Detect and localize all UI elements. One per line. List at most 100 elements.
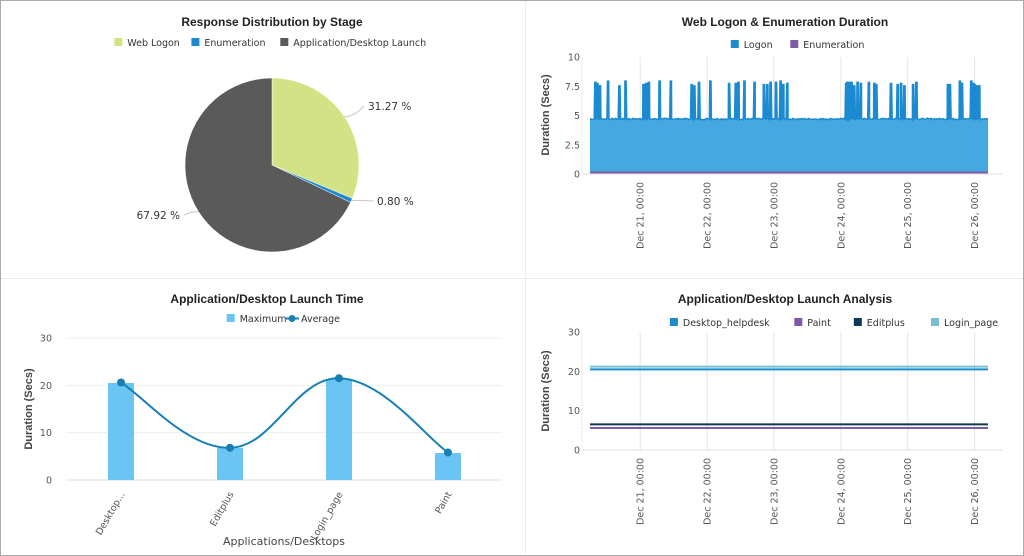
analysis-x-tick-label: Dec 24, 00:00: [836, 458, 847, 525]
legend-label: Desktop_helpdesk: [683, 318, 770, 329]
logon-y-tick-label: 10: [568, 53, 580, 64]
legend-label: Web Logon: [127, 38, 180, 49]
pie-label-connector: [351, 199, 374, 202]
legend-swatch: [794, 318, 803, 326]
logon-y-tick-label: 7.5: [565, 82, 580, 93]
launch-bar-login-page[interactable]: [326, 379, 352, 480]
logon-y-tick-label: 2.5: [565, 140, 580, 151]
launch-y-tick-label: 20: [40, 381, 52, 392]
launch-axes: 0102030Desktop... Editplus Login_page Paint: [40, 334, 455, 543]
legend-dot-marker: [288, 315, 296, 322]
launch-legend-item-maximum[interactable]: Maximum: [226, 314, 287, 325]
analysis-x-tick-label: Dec 26, 00:00: [970, 458, 981, 525]
pie-legend[interactable]: Web Logon Enumeration Application/Desktop …: [114, 38, 426, 49]
launch-legend-item-average[interactable]: Average: [285, 314, 340, 325]
logon-chart-panel: Web Logon & Enumeration Duration Logon En…: [540, 15, 1002, 249]
analysis-y-axis-label: Duration (Secs): [540, 350, 552, 432]
analysis-legend-item-login-page[interactable]: Login_page: [931, 318, 998, 329]
analysis-series: [590, 365, 988, 429]
logon-y-tick-label: 5: [574, 111, 580, 122]
analysis-grid: [639, 332, 976, 450]
pie-chart-title: Response Distribution by Stage: [181, 15, 363, 29]
logon-x-tick-label: Dec 26, 00:00: [970, 182, 981, 249]
logon-legend-item-logon[interactable]: Logon: [730, 40, 773, 51]
pie-slices: [184, 77, 360, 253]
average-point-paint[interactable]: [444, 448, 452, 457]
launch-x-tick-label: Editplus: [208, 490, 237, 528]
analysis-legend-item-desktop-helpdesk[interactable]: Desktop_helpdesk: [669, 318, 770, 329]
analysis-legend-item-paint[interactable]: Paint: [794, 318, 831, 329]
analysis-chart-panel: Application/Desktop Launch Analysis Desk…: [540, 292, 1002, 525]
launch-chart-title: Application/Desktop Launch Time: [170, 292, 363, 306]
legend-swatch: [280, 38, 289, 46]
logon-line: [589, 80, 989, 123]
pie-label-enumeration: 0.80 %: [377, 196, 414, 208]
analysis-y-tick-label: 30: [568, 328, 580, 339]
pie-label-connector: [183, 210, 199, 216]
pie-label-connector: [344, 105, 365, 118]
average-point-desktop-[interactable]: [117, 378, 125, 387]
launch-average-line: [117, 374, 452, 457]
pie-legend-item-application-desktop-launch[interactable]: Application/Desktop Launch: [280, 38, 426, 49]
analysis-legend[interactable]: Desktop_helpdesk Paint Editplus Login_page: [669, 318, 998, 329]
legend-label: Enumeration: [204, 38, 265, 49]
legend-swatch: [191, 38, 200, 46]
pie-chart-panel: Response Distribution by Stage Web Logon…: [114, 15, 426, 253]
launch-bar-editplus[interactable]: [217, 447, 243, 480]
dashboard-charts: Response Distribution by Stage Web Logon…: [23, 15, 1002, 548]
logon-x-tick-label: Dec 22, 00:00: [703, 182, 714, 249]
legend-swatch: [114, 38, 123, 46]
pie-legend-item-enumeration[interactable]: Enumeration: [191, 38, 265, 49]
launch-bars: [108, 379, 461, 480]
legend-swatch: [669, 318, 678, 326]
legend-swatch: [790, 40, 799, 48]
logon-legend[interactable]: Logon Enumeration: [730, 40, 865, 51]
logon-x-tick-label: Dec 25, 00:00: [903, 182, 914, 249]
average-line-path: [120, 377, 449, 454]
legend-label: Login_page: [944, 318, 998, 329]
launch-y-axis-label: Duration (Secs): [23, 368, 35, 450]
analysis-x-tick-label: Dec 25, 00:00: [903, 458, 914, 525]
logon-x-tick-label: Dec 21, 00:00: [636, 182, 647, 249]
launch-chart-panel: Application/Desktop Launch Time Maximum A…: [23, 292, 502, 548]
pie-legend-item-web-logon[interactable]: Web Logon: [114, 38, 180, 49]
analysis-chart-title: Application/Desktop Launch Analysis: [678, 292, 893, 306]
logon-x-tick-label: Dec 23, 00:00: [769, 182, 780, 249]
average-point-login-page[interactable]: [335, 374, 343, 383]
legend-swatch: [931, 318, 939, 326]
analysis-axes: 0 10 20 30 Dec 21, 00:00 Dec 22, 00:00 Dec 23,…: [568, 328, 1002, 525]
legend-label: Paint: [807, 318, 831, 329]
logon-series: [589, 80, 989, 175]
pie-label-web-logon: 31.27 %: [368, 101, 411, 113]
launch-y-tick-label: 30: [40, 334, 52, 345]
logon-y-axis-label: Duration (Secs): [540, 74, 552, 156]
pie-label-application-desktop-launch: 67.92 %: [137, 210, 180, 222]
legend-swatch: [853, 318, 862, 326]
legend-label: Enumeration: [803, 40, 864, 51]
launch-bar-desktop-[interactable]: [108, 382, 134, 480]
logon-chart-title: Web Logon & Enumeration Duration: [682, 15, 888, 29]
analysis-y-tick-label: 0: [574, 446, 580, 457]
legend-label: Average: [301, 314, 340, 325]
launch-bar-paint[interactable]: [435, 453, 461, 480]
analysis-x-tick-label: Dec 21, 00:00: [636, 458, 647, 525]
analysis-y-tick-label: 10: [568, 406, 580, 417]
legend-label: Application/Desktop Launch: [293, 38, 426, 49]
legend-swatch: [226, 314, 235, 322]
legend-label: Logon: [744, 40, 773, 51]
launch-x-tick-label: Desktop...: [94, 490, 128, 537]
logon-legend-item-enumeration[interactable]: Enumeration: [790, 40, 864, 51]
launch-x-axis-label: Applications/Desktops: [223, 535, 345, 548]
average-point-editplus[interactable]: [226, 443, 234, 452]
launch-x-tick-label: Paint: [433, 490, 454, 516]
logon-x-tick-label: Dec 24, 00:00: [836, 182, 847, 249]
legend-label: Editplus: [867, 318, 905, 329]
launch-y-tick-label: 10: [40, 428, 52, 439]
analysis-x-tick-label: Dec 23, 00:00: [769, 458, 780, 525]
analysis-legend-item-editplus[interactable]: Editplus: [853, 318, 905, 329]
legend-swatch: [730, 40, 739, 48]
launch-legend[interactable]: Maximum Average: [226, 314, 340, 325]
analysis-y-tick-label: 20: [568, 367, 580, 378]
legend-label: Maximum: [240, 314, 287, 325]
logon-y-tick-label: 0: [574, 170, 580, 181]
